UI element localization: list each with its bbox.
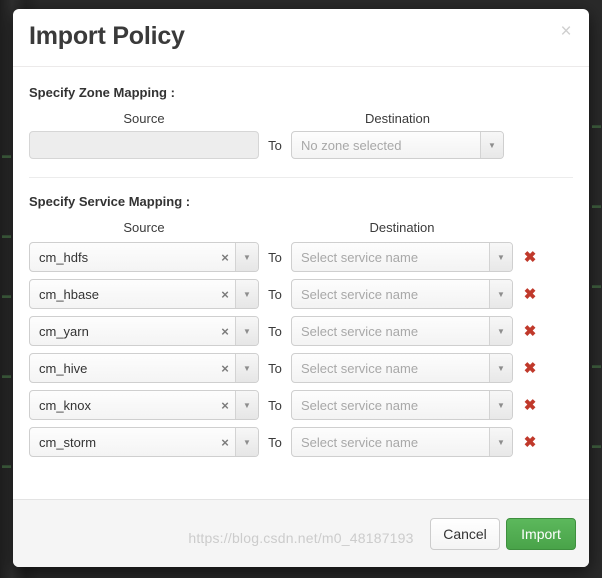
watermark-text: https://blog.csdn.net/m0_48187193 bbox=[188, 530, 414, 546]
chevron-down-icon: ▼ bbox=[235, 317, 258, 345]
chevron-down-icon: ▼ bbox=[235, 243, 258, 271]
clear-icon[interactable]: × bbox=[215, 398, 235, 413]
zone-mapping-headers: Source Destination bbox=[29, 106, 573, 126]
service-mapping-label: Specify Service Mapping : bbox=[29, 194, 191, 209]
service-source-value: cm_knox bbox=[39, 397, 92, 413]
import-policy-modal: Import Policy × Specify Zone Mapping : S… bbox=[13, 9, 589, 567]
service-source-header: Source bbox=[123, 220, 165, 235]
service-destination-value: Select service name bbox=[301, 397, 419, 413]
service-to-label: To bbox=[268, 397, 282, 413]
service-source-select[interactable]: cm_hive × ▼ bbox=[29, 353, 259, 383]
service-source-value: cm_hive bbox=[39, 360, 88, 376]
service-to-label: To bbox=[268, 360, 282, 376]
service-destination-value: Select service name bbox=[301, 360, 419, 376]
service-mapping-section: Specify Service Mapping : Source Destina… bbox=[13, 178, 589, 457]
chevron-down-icon: ▼ bbox=[235, 428, 258, 456]
service-destination-header: Destination bbox=[369, 220, 435, 235]
delete-icon[interactable]: ✖ bbox=[513, 250, 547, 265]
zone-destination-header: Destination bbox=[364, 111, 431, 126]
delete-icon[interactable]: ✖ bbox=[513, 287, 547, 302]
service-source-select[interactable]: cm_yarn × ▼ bbox=[29, 316, 259, 346]
chevron-down-icon: ▼ bbox=[235, 354, 258, 382]
service-mapping-row: cm_hbase × ▼ To Select service name ▼ ✖ bbox=[29, 279, 573, 309]
chevron-down-icon: ▼ bbox=[235, 280, 258, 308]
backdrop-content-hint: ▬ bbox=[592, 120, 601, 130]
backdrop-content-hint: ▬ bbox=[2, 290, 11, 300]
delete-icon[interactable]: ✖ bbox=[513, 361, 547, 376]
service-destination-select[interactable]: Select service name ▼ bbox=[291, 427, 513, 457]
clear-icon[interactable]: × bbox=[215, 435, 235, 450]
zone-destination-select[interactable]: No zone selected ▼ bbox=[291, 131, 504, 159]
chevron-down-icon: ▼ bbox=[489, 391, 512, 419]
zone-to-label: To bbox=[268, 137, 282, 153]
service-destination-value: Select service name bbox=[301, 323, 419, 339]
zone-mapping-section: Specify Zone Mapping : Source Destinatio… bbox=[13, 67, 589, 159]
cancel-button[interactable]: Cancel bbox=[430, 518, 500, 550]
service-mapping-row: cm_yarn × ▼ To Select service name ▼ ✖ bbox=[29, 316, 573, 346]
delete-icon[interactable]: ✖ bbox=[513, 398, 547, 413]
service-source-select[interactable]: cm_storm × ▼ bbox=[29, 427, 259, 457]
service-destination-select[interactable]: Select service name ▼ bbox=[291, 353, 513, 383]
zone-source-input[interactable] bbox=[29, 131, 259, 159]
chevron-down-icon: ▼ bbox=[480, 132, 503, 158]
backdrop-content-hint: ▬ bbox=[592, 200, 601, 210]
service-destination-value: Select service name bbox=[301, 434, 419, 450]
clear-icon[interactable]: × bbox=[215, 361, 235, 376]
zone-mapping-row: To No zone selected ▼ bbox=[29, 131, 573, 159]
service-source-select[interactable]: cm_hdfs × ▼ bbox=[29, 242, 259, 272]
service-to-label: To bbox=[268, 249, 282, 265]
chevron-down-icon: ▼ bbox=[489, 317, 512, 345]
screen: Import Policy × Specify Zone Mapping : S… bbox=[0, 0, 602, 578]
page-title: Import Policy bbox=[29, 22, 185, 50]
service-source-select[interactable]: cm_knox × ▼ bbox=[29, 390, 259, 420]
clear-icon[interactable]: × bbox=[215, 287, 235, 302]
chevron-down-icon: ▼ bbox=[489, 354, 512, 382]
modal-footer: Cancel Import https://blog.csdn.net/m0_4… bbox=[13, 499, 589, 567]
service-mapping-row: cm_storm × ▼ To Select service name ▼ ✖ bbox=[29, 427, 573, 457]
service-source-value: cm_storm bbox=[39, 434, 97, 450]
clear-icon[interactable]: × bbox=[215, 250, 235, 265]
service-destination-select[interactable]: Select service name ▼ bbox=[291, 390, 513, 420]
backdrop-content-hint: ▬ bbox=[2, 230, 11, 240]
backdrop-content-hint: ▬ bbox=[592, 360, 601, 370]
delete-icon[interactable]: ✖ bbox=[513, 435, 547, 450]
service-to-label: To bbox=[268, 286, 282, 302]
chevron-down-icon: ▼ bbox=[235, 391, 258, 419]
service-source-value: cm_hdfs bbox=[39, 249, 89, 265]
zone-destination-value: No zone selected bbox=[301, 137, 402, 153]
delete-icon[interactable]: ✖ bbox=[513, 324, 547, 339]
backdrop-content-hint: ▬ bbox=[2, 460, 11, 470]
close-icon[interactable]: × bbox=[555, 21, 577, 43]
service-mapping-row: cm_hdfs × ▼ To Select service name ▼ ✖ bbox=[29, 242, 573, 272]
chevron-down-icon: ▼ bbox=[489, 280, 512, 308]
service-destination-value: Select service name bbox=[301, 249, 419, 265]
backdrop-content-hint: ▬ bbox=[592, 280, 601, 290]
service-destination-select[interactable]: Select service name ▼ bbox=[291, 279, 513, 309]
chevron-down-icon: ▼ bbox=[489, 243, 512, 271]
service-destination-value: Select service name bbox=[301, 286, 419, 302]
service-to-label: To bbox=[268, 434, 282, 450]
service-destination-select[interactable]: Select service name ▼ bbox=[291, 242, 513, 272]
backdrop-content-hint: ▬ bbox=[592, 440, 601, 450]
service-to-label: To bbox=[268, 323, 282, 339]
backdrop-content-hint: ▬ bbox=[2, 370, 11, 380]
modal-header: Import Policy × bbox=[13, 9, 589, 67]
service-source-select[interactable]: cm_hbase × ▼ bbox=[29, 279, 259, 309]
backdrop-content-hint: ▬ bbox=[2, 150, 11, 160]
service-mapping-row: cm_hive × ▼ To Select service name ▼ ✖ bbox=[29, 353, 573, 383]
service-destination-select[interactable]: Select service name ▼ bbox=[291, 316, 513, 346]
modal-body[interactable]: Specify Zone Mapping : Source Destinatio… bbox=[13, 67, 589, 499]
chevron-down-icon: ▼ bbox=[489, 428, 512, 456]
zone-source-header: Source bbox=[123, 111, 165, 126]
clear-icon[interactable]: × bbox=[215, 324, 235, 339]
service-source-value: cm_yarn bbox=[39, 323, 89, 339]
service-mapping-headers: Source Destination bbox=[29, 215, 573, 235]
service-source-value: cm_hbase bbox=[39, 286, 99, 302]
import-button[interactable]: Import bbox=[506, 518, 576, 550]
service-mapping-row: cm_knox × ▼ To Select service name ▼ ✖ bbox=[29, 390, 573, 420]
service-mapping-rows: cm_hdfs × ▼ To Select service name ▼ ✖ cm_hbase… bbox=[29, 242, 573, 457]
zone-mapping-label: Specify Zone Mapping : bbox=[29, 85, 175, 100]
